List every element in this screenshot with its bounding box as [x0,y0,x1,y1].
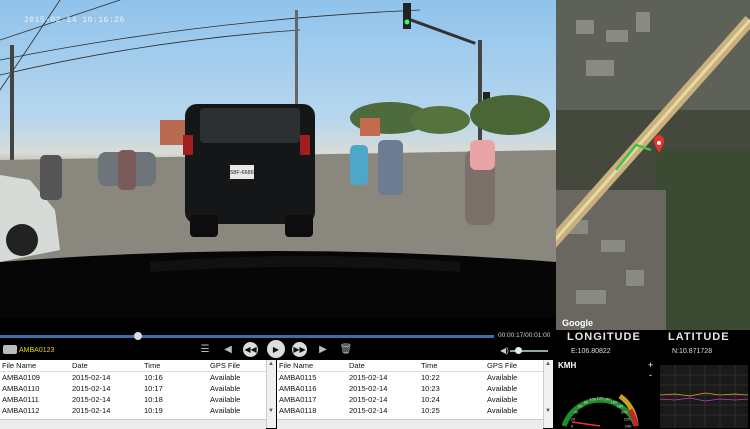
file-time: 10:19 [144,406,163,415]
gps-status: Available [487,373,518,382]
fast-forward-icon[interactable]: ▶▶ [292,342,307,357]
speed-tick-label: 80 [584,399,589,404]
delete-icon[interactable]: 🗑 [338,342,354,356]
map-attribution: Google [562,318,593,328]
longitude-value: E:106.80822 [571,348,611,355]
file-time: 10:16 [144,373,163,382]
file-date: 2015-02-14 [349,395,388,404]
column-header[interactable]: Time [142,360,208,372]
file-name: AMBA0109 [2,373,40,382]
video-timestamp: 2015-02-14 10:16:26 [24,16,125,25]
speed-tick-label: 200 [621,410,628,415]
file-name: AMBA0117 [279,395,317,404]
table-row[interactable]: AMBA0115 2015-02-14 10:22 Available [277,372,543,384]
scroll-down-icon[interactable]: ▼ [545,408,551,414]
file-date: 2015-02-14 [349,384,388,393]
speed-tick-label: 20 [571,416,576,421]
dashcam-frame: 58F-6686 [0,0,556,318]
column-header[interactable]: Time [419,360,485,372]
column-header[interactable]: File Name [0,360,70,372]
table-header-row: File Name Date Time GPS File [0,360,266,372]
speed-tick-label: 60 [578,404,583,409]
play-icon[interactable]: ▶ [267,340,285,358]
column-header[interactable]: File Name [277,360,347,372]
file-name: AMBA0118 [279,406,317,415]
gps-status: Available [210,395,241,404]
file-time: 10:22 [421,373,440,382]
column-header[interactable]: Date [347,360,419,372]
table-row[interactable]: AMBA0112 2015-02-14 10:19 Available [0,405,266,416]
speedometer-gauge: 020406080100 120 140160180200220240 [561,393,639,429]
g-sensor-graph [660,365,748,428]
license-plate: 58F-6686 [230,170,254,176]
file-time: 10:18 [144,395,163,404]
file-date: 2015-02-14 [349,406,388,415]
next-icon[interactable]: ▶ [315,342,331,356]
volume-icon[interactable]: ◀) [500,346,509,355]
gps-status: Available [487,395,518,404]
vertical-scrollbar-right[interactable]: ▲ ▼ [543,360,553,428]
zoom-in-button[interactable]: + [648,360,653,370]
column-header[interactable]: Date [70,360,142,372]
file-name: AMBA0115 [279,373,317,382]
time-display: 00:00:17/00:01:00 [498,332,551,339]
gps-status: Available [210,384,241,393]
file-name: AMBA0112 [2,406,40,415]
file-time: 10:23 [421,384,440,393]
gps-status: Available [210,373,241,382]
video-player[interactable]: 58F-6686 2015-02-14 10:16:26 [0,0,556,318]
file-date: 2015-02-14 [72,384,111,393]
zoom-out-button[interactable]: - [649,370,652,380]
file-date: 2015-02-14 [349,373,388,382]
table-row[interactable]: AMBA0117 2015-02-14 10:24 Available [277,394,543,405]
file-date: 2015-02-14 [72,373,111,382]
file-name: AMBA0116 [279,384,317,393]
file-time: 10:24 [421,395,440,404]
rewind-icon[interactable]: ◀◀ [243,342,258,357]
latitude-label: LATITUDE [668,331,730,343]
column-header[interactable]: GPS File [485,360,543,372]
volume-handle[interactable] [514,347,522,354]
satellite-map [556,0,750,330]
speed-tick-label: 240 [625,424,632,429]
seek-bar[interactable] [0,335,494,338]
file-name: AMBA0110 [2,384,40,393]
table-row[interactable]: AMBA0109 2015-02-14 10:16 Available [0,372,266,384]
gps-status: Available [487,406,518,415]
speed-unit-label: KMH [558,361,577,370]
gps-status: Available [487,384,518,393]
speed-tick-label: 180 [616,404,623,409]
file-time: 10:17 [144,384,163,393]
speed-tick-label: 220 [624,416,631,421]
current-file-name: AMBA0123 [19,347,55,354]
gps-status: Available [210,406,241,415]
column-header[interactable]: GPS File [208,360,266,372]
speed-tick-label: 0 [571,424,574,429]
speed-tick-label: 40 [574,410,579,415]
camera-icon [3,345,17,354]
file-list-left: File Name Date Time GPS File AMBA0109 20… [0,360,266,428]
playlist-icon[interactable]: ☰ [197,342,213,356]
previous-icon[interactable]: ◀ [220,342,236,356]
scroll-down-icon[interactable]: ▼ [268,408,274,414]
file-name: AMBA0111 [2,395,39,404]
table-row[interactable]: AMBA0116 2015-02-14 10:23 Available [277,383,543,394]
table-row[interactable]: AMBA0110 2015-02-14 10:17 Available [0,383,266,394]
longitude-label: LONGITUDE [567,331,641,343]
table-row[interactable]: AMBA0118 2015-02-14 10:25 Available [277,405,543,416]
scroll-up-icon[interactable]: ▲ [545,361,551,367]
file-time: 10:25 [421,406,440,415]
file-date: 2015-02-14 [72,406,111,415]
table-header-row: File Name Date Time GPS File [277,360,543,372]
latitude-value: N:10.871728 [672,348,713,355]
scroll-up-icon[interactable]: ▲ [268,361,274,367]
table-row[interactable]: AMBA0111 2015-02-14 10:18 Available [0,394,266,405]
gps-map[interactable]: Google [556,0,750,330]
file-list-right: File Name Date Time GPS File AMBA0115 20… [277,360,543,428]
file-date: 2015-02-14 [72,395,111,404]
speed-needle [571,421,601,427]
vertical-scrollbar-left[interactable]: ▲ ▼ [266,360,276,428]
